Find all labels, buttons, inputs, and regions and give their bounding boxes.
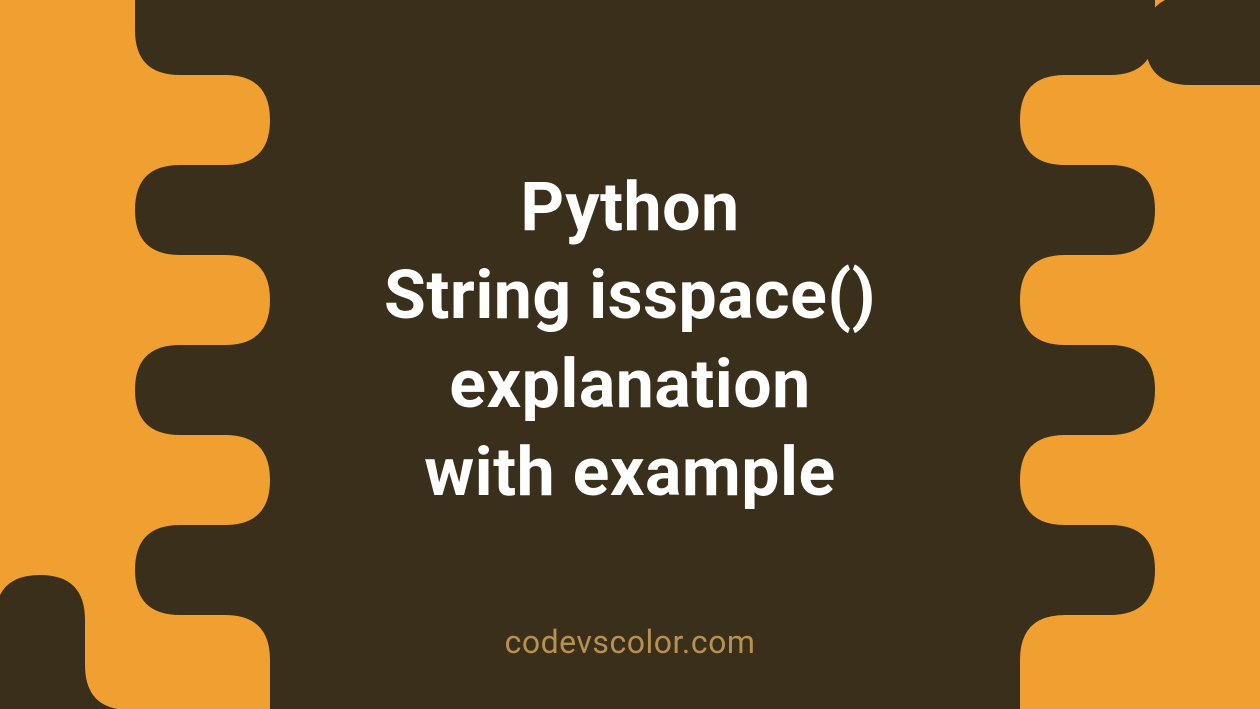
main-title: Python String isspace() explanation with… xyxy=(384,163,876,517)
title-line-2: String isspace() xyxy=(384,255,876,335)
title-line-1: Python xyxy=(520,167,739,247)
title-line-4: with example xyxy=(424,432,836,512)
title-line-3: explanation xyxy=(449,344,810,424)
content-wrapper: Python String isspace() explanation with… xyxy=(0,0,1260,709)
watermark-text: codevscolor.com xyxy=(505,623,756,661)
